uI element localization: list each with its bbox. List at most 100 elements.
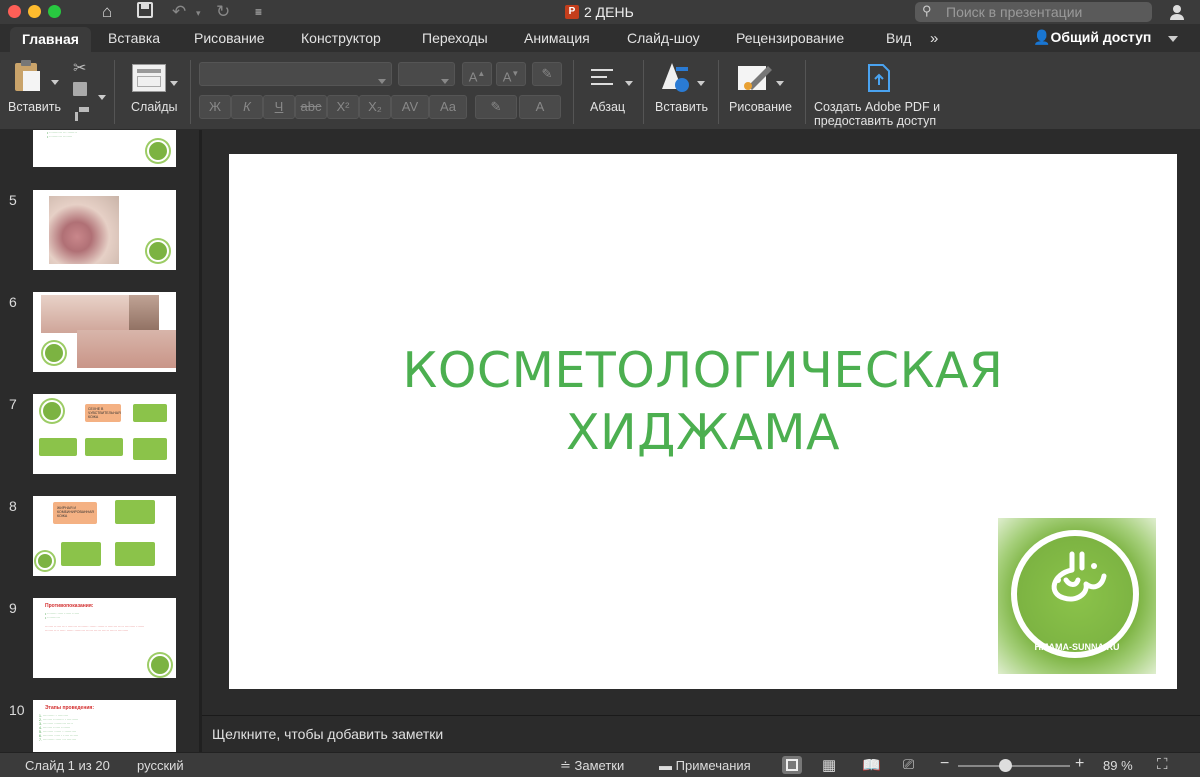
tab-review[interactable]: Рецензирование bbox=[736, 30, 844, 46]
tab-home[interactable]: Главная bbox=[10, 27, 91, 52]
comments-toggle-button[interactable]: ▬ Примечания bbox=[659, 758, 751, 773]
close-window-button[interactable] bbox=[8, 5, 21, 18]
slide-sorter-icon[interactable]: ▦ bbox=[822, 756, 836, 774]
undo-icon[interactable]: ↶ bbox=[172, 2, 186, 22]
change-case-button[interactable]: Aa bbox=[429, 95, 467, 119]
normal-view-icon[interactable] bbox=[782, 756, 802, 774]
slide-thumbnail-pane[interactable]: • ··········· ··· ········ • ··········· … bbox=[0, 130, 200, 752]
zoom-out-button[interactable]: − bbox=[940, 755, 949, 773]
notes-toggle-button[interactable]: ≐ Заметки bbox=[560, 758, 624, 774]
grow-font-button[interactable]: A▲ bbox=[462, 62, 492, 86]
home-icon[interactable]: ⌂ bbox=[102, 2, 112, 22]
zoom-window-button[interactable] bbox=[48, 5, 61, 18]
zoom-level[interactable]: 89 % bbox=[1103, 758, 1133, 773]
slide-thumbnail-7[interactable]: СЕХНЕ В ЧУВСТВИТЕЛЬНАЯ КОЖА bbox=[33, 394, 176, 474]
notes-pane[interactable]: Щелкните, чтобы добавить заметки bbox=[202, 715, 1200, 752]
font-color-icon[interactable]: A bbox=[519, 95, 561, 119]
copy-icon[interactable] bbox=[73, 82, 87, 96]
shrink-font-button[interactable]: A▼ bbox=[496, 62, 526, 86]
slide-number: 10 bbox=[9, 702, 25, 718]
fit-to-window-icon[interactable]: ⛶ bbox=[1157, 756, 1168, 773]
tab-slideshow[interactable]: Слайд-шоу bbox=[627, 30, 700, 46]
adobe-label-line1[interactable]: Создать Adobe PDF и bbox=[814, 100, 940, 114]
drawing-icon[interactable] bbox=[738, 64, 774, 92]
add-person-icon: 👤 bbox=[1033, 29, 1051, 45]
thumb-8-box-3 bbox=[61, 542, 101, 566]
current-slide[interactable]: КОСМЕТОЛОГИЧЕСКАЯ ХИДЖАМА HIJAMA-SUNNA.R… bbox=[229, 154, 1177, 689]
notes-placeholder: Щелкните, чтобы добавить заметки bbox=[212, 726, 444, 742]
thumb-5-logo-icon bbox=[147, 240, 169, 262]
slide-title[interactable]: КОСМЕТОЛОГИЧЕСКАЯ ХИДЖАМА bbox=[229, 340, 1177, 464]
zoom-slider-knob[interactable] bbox=[999, 759, 1012, 772]
insert-dropdown-icon[interactable] bbox=[697, 73, 705, 91]
title-bar: ⌂ ↶ ▾ ↻ ≡ P 2 ДЕНЬ ⚲ Поиск в презентации bbox=[0, 0, 1200, 24]
save-icon[interactable] bbox=[137, 2, 153, 23]
new-slide-icon[interactable] bbox=[132, 64, 166, 92]
search-input[interactable]: ⚲ Поиск в презентации bbox=[915, 2, 1152, 22]
minimize-window-button[interactable] bbox=[28, 5, 41, 18]
hijama-logo-image[interactable]: HIJAMA-SUNNA.RU bbox=[998, 518, 1156, 674]
paragraph-icon[interactable] bbox=[591, 66, 617, 88]
zoom-slider-track[interactable] bbox=[958, 765, 1070, 767]
reading-view-icon[interactable]: 📖 bbox=[862, 756, 881, 774]
tab-view[interactable]: Вид bbox=[886, 30, 911, 46]
slide-thumbnail-9[interactable]: Противопоказания: • ········ ····· ·····… bbox=[33, 598, 176, 678]
adobe-label-line2[interactable]: предоставить доступ bbox=[814, 114, 936, 128]
underline-button[interactable]: Ч bbox=[263, 95, 295, 119]
thumb-9-warning: ······· ······ ···· ········ ········· ·… bbox=[45, 625, 145, 633]
slide-thumbnail-6[interactable] bbox=[33, 292, 176, 372]
notes-btn-label: Заметки bbox=[574, 758, 625, 773]
drawing-dropdown-icon[interactable] bbox=[776, 73, 784, 91]
thumb-6-logo-icon bbox=[43, 342, 65, 364]
tab-animations[interactable]: Анимация bbox=[524, 30, 590, 46]
more-tabs-icon[interactable]: » bbox=[930, 30, 938, 47]
paragraph-dropdown-icon[interactable] bbox=[625, 73, 633, 91]
tab-insert[interactable]: Вставка bbox=[108, 30, 160, 46]
zoom-in-button[interactable]: + bbox=[1075, 755, 1084, 773]
share-button[interactable]: 👤Общий доступ bbox=[1033, 29, 1151, 46]
slide-number: 5 bbox=[9, 192, 17, 208]
italic-button[interactable]: К bbox=[231, 95, 263, 119]
slideshow-view-icon[interactable]: ⎚ bbox=[903, 756, 914, 773]
customize-toolbar-icon[interactable]: ≡ bbox=[255, 2, 262, 22]
adobe-pdf-share-icon[interactable] bbox=[866, 63, 892, 93]
insert-shapes-icon[interactable] bbox=[660, 61, 692, 93]
tab-draw[interactable]: Рисование bbox=[194, 30, 265, 46]
highlight-color-icon[interactable]: ✎ bbox=[475, 95, 517, 119]
thumb-8-box-2 bbox=[115, 542, 155, 566]
font-family-select[interactable] bbox=[199, 62, 392, 86]
character-spacing-button[interactable]: AV bbox=[391, 95, 429, 119]
slide-thumbnail-8[interactable]: ЖИРНАЯ И КОМБИНИРОВАННАЯ КОЖА bbox=[33, 496, 176, 576]
thumb-9-title: Противопоказания: bbox=[45, 603, 94, 609]
slide-thumbnail-5[interactable] bbox=[33, 190, 176, 270]
tab-design[interactable]: Конструктор bbox=[301, 30, 381, 46]
format-painter-icon[interactable] bbox=[73, 107, 89, 121]
copy-dropdown-icon[interactable] bbox=[98, 87, 106, 105]
clear-formatting-icon[interactable]: ✎ bbox=[532, 62, 562, 86]
thumb-8-top-text: ЖИРНАЯ И КОМБИНИРОВАННАЯ КОЖА bbox=[57, 506, 94, 518]
bold-button[interactable]: Ж bbox=[199, 95, 231, 119]
slide-thumbnail-4[interactable]: • ··········· ··· ········ • ··········· … bbox=[33, 130, 176, 167]
slides-dropdown-icon[interactable] bbox=[170, 73, 178, 91]
paste-icon[interactable] bbox=[12, 59, 42, 93]
undo-dropdown-icon[interactable]: ▾ bbox=[196, 3, 201, 23]
slide-number: 8 bbox=[9, 498, 17, 514]
paste-dropdown-icon[interactable] bbox=[51, 72, 59, 90]
language-indicator[interactable]: русский bbox=[137, 758, 184, 773]
thumb-4-logo-icon bbox=[147, 140, 169, 162]
slide-thumbnail-10[interactable]: Этапы проведения: 1. ·········· · ······… bbox=[33, 700, 176, 752]
share-chevron-icon[interactable] bbox=[1168, 36, 1178, 42]
font-size-select[interactable] bbox=[398, 62, 455, 86]
thumb-10-list: 1. ·········· · ········· 2. ········ ···… bbox=[39, 714, 79, 742]
redo-icon[interactable]: ↻ bbox=[216, 2, 230, 22]
ribbon-home: Вставить ✂ Слайды A▲ A▼ ✎ Ж К Ч abc X² X… bbox=[0, 52, 1200, 130]
logo-text: HIJAMA-SUNNA.RU bbox=[1034, 642, 1120, 652]
cut-icon[interactable]: ✂ bbox=[73, 58, 86, 78]
subscript-button[interactable]: X₂ bbox=[359, 95, 391, 119]
superscript-button[interactable]: X² bbox=[327, 95, 359, 119]
thumb-8-box-1 bbox=[115, 500, 155, 524]
account-icon[interactable] bbox=[1168, 3, 1186, 21]
strikethrough-button[interactable]: abc bbox=[295, 95, 327, 119]
comments-btn-label: Примечания bbox=[675, 758, 751, 773]
tab-transitions[interactable]: Переходы bbox=[422, 30, 488, 46]
